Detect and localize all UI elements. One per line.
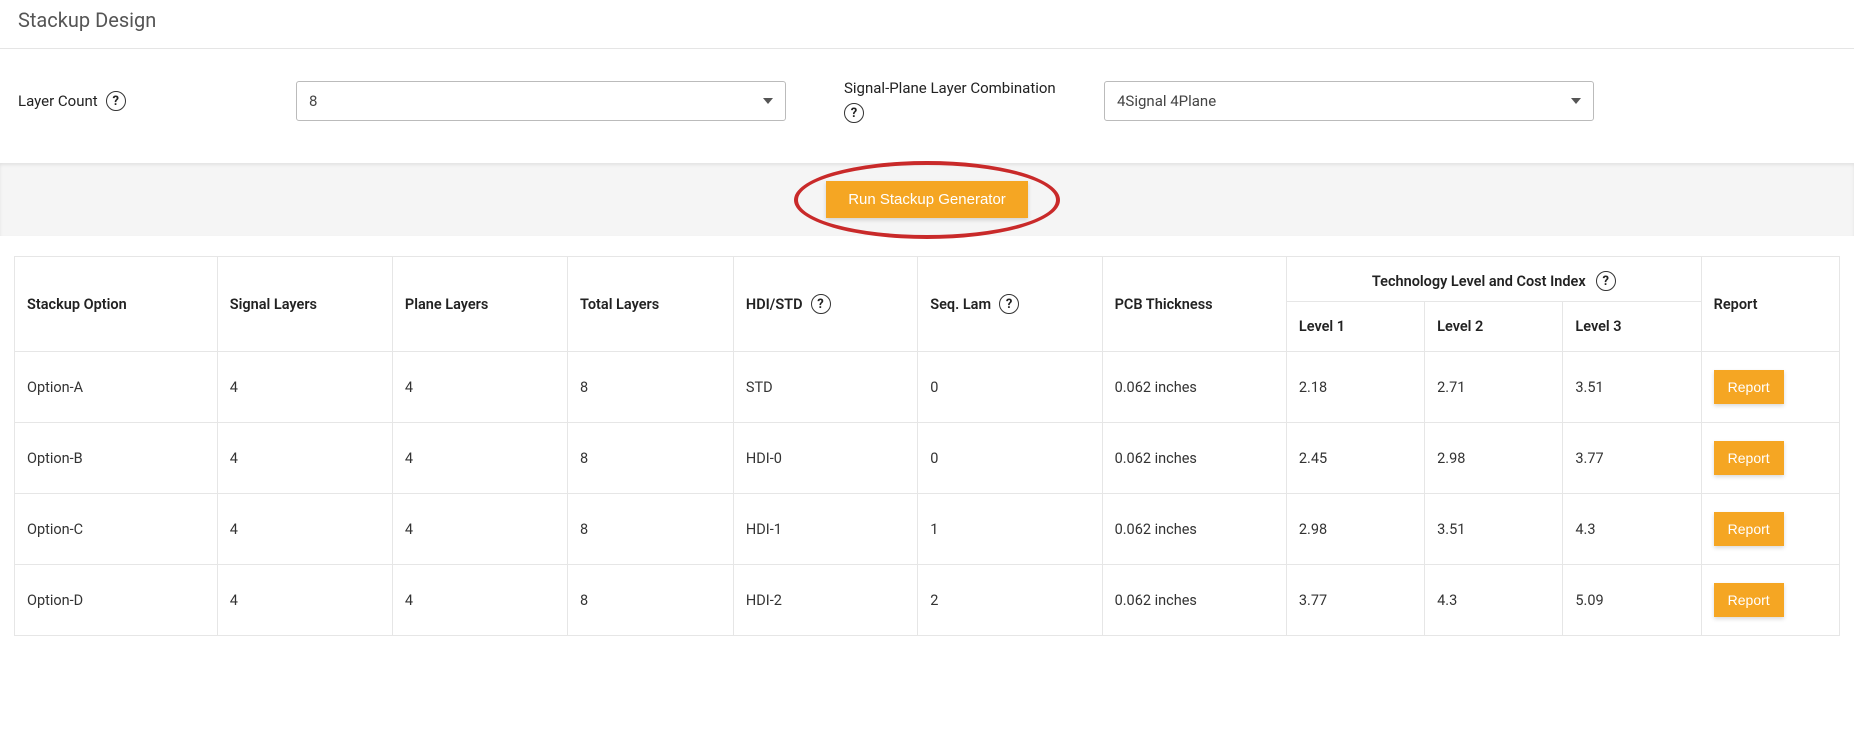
header-seq-lam: Seq. Lam ? bbox=[918, 257, 1102, 352]
cell-total-layers: 8 bbox=[568, 423, 734, 494]
signal-plane-value: 4Signal 4Plane bbox=[1117, 92, 1216, 110]
cell-plane-layers: 4 bbox=[392, 423, 567, 494]
header-report: Report bbox=[1701, 257, 1839, 352]
cell-signal-layers: 4 bbox=[217, 565, 392, 636]
cell-hdi-std: STD bbox=[733, 352, 917, 423]
chevron-down-icon bbox=[1571, 98, 1581, 104]
help-icon[interactable]: ? bbox=[999, 294, 1019, 314]
cell-report: Report bbox=[1701, 423, 1839, 494]
cell-seq-lam: 1 bbox=[918, 494, 1102, 565]
cell-option: Option-D bbox=[15, 565, 218, 636]
cell-level-2: 2.71 bbox=[1425, 352, 1563, 423]
cell-pcb-thickness: 0.062 inches bbox=[1102, 565, 1286, 636]
cell-level-3: 4.3 bbox=[1563, 494, 1701, 565]
report-button[interactable]: Report bbox=[1714, 441, 1784, 475]
chevron-down-icon bbox=[763, 98, 773, 104]
cell-report: Report bbox=[1701, 352, 1839, 423]
layer-count-select[interactable]: 8 bbox=[296, 81, 786, 121]
cell-total-layers: 8 bbox=[568, 352, 734, 423]
cell-pcb-thickness: 0.062 inches bbox=[1102, 423, 1286, 494]
cell-seq-lam: 0 bbox=[918, 352, 1102, 423]
header-total-layers: Total Layers bbox=[568, 257, 734, 352]
cell-level-2: 3.51 bbox=[1425, 494, 1563, 565]
header-tech-level-label: Technology Level and Cost Index bbox=[1372, 273, 1586, 290]
layer-count-label: Layer Count bbox=[18, 92, 98, 110]
cell-report: Report bbox=[1701, 565, 1839, 636]
header-level-2: Level 2 bbox=[1425, 302, 1563, 352]
help-icon[interactable]: ? bbox=[106, 91, 126, 111]
cell-signal-layers: 4 bbox=[217, 494, 392, 565]
cell-hdi-std: HDI-2 bbox=[733, 565, 917, 636]
signal-plane-select[interactable]: 4Signal 4Plane bbox=[1104, 81, 1594, 121]
cell-report: Report bbox=[1701, 494, 1839, 565]
cell-signal-layers: 4 bbox=[217, 423, 392, 494]
cell-option: Option-B bbox=[15, 423, 218, 494]
header-hdi-std: HDI/STD ? bbox=[733, 257, 917, 352]
table-row: Option-B 4 4 8 HDI-0 0 0.062 inches 2.45… bbox=[15, 423, 1840, 494]
table-row: Option-C 4 4 8 HDI-1 1 0.062 inches 2.98… bbox=[15, 494, 1840, 565]
cell-plane-layers: 4 bbox=[392, 565, 567, 636]
cell-option: Option-A bbox=[15, 352, 218, 423]
cell-level-3: 5.09 bbox=[1563, 565, 1701, 636]
signal-plane-label: Signal-Plane Layer Combination bbox=[844, 79, 1056, 97]
cell-plane-layers: 4 bbox=[392, 494, 567, 565]
table-row: Option-D 4 4 8 HDI-2 2 0.062 inches 3.77… bbox=[15, 565, 1840, 636]
cell-option: Option-C bbox=[15, 494, 218, 565]
help-icon[interactable]: ? bbox=[1596, 271, 1616, 291]
header-stackup-option: Stackup Option bbox=[15, 257, 218, 352]
cell-level-2: 4.3 bbox=[1425, 565, 1563, 636]
header-level-3: Level 3 bbox=[1563, 302, 1701, 352]
header-signal-layers: Signal Layers bbox=[217, 257, 392, 352]
cell-level-1: 3.77 bbox=[1286, 565, 1424, 636]
cell-plane-layers: 4 bbox=[392, 352, 567, 423]
results-table-section: Stackup Option Signal Layers Plane Layer… bbox=[0, 236, 1854, 636]
cell-seq-lam: 0 bbox=[918, 423, 1102, 494]
run-stackup-generator-button[interactable]: Run Stackup Generator bbox=[826, 181, 1028, 218]
report-button[interactable]: Report bbox=[1714, 512, 1784, 546]
report-button[interactable]: Report bbox=[1714, 583, 1784, 617]
cell-pcb-thickness: 0.062 inches bbox=[1102, 352, 1286, 423]
header-tech-level-group: Technology Level and Cost Index ? bbox=[1286, 257, 1701, 302]
report-button[interactable]: Report bbox=[1714, 370, 1784, 404]
cell-total-layers: 8 bbox=[568, 494, 734, 565]
page-title: Stackup Design bbox=[0, 0, 1854, 48]
help-icon[interactable]: ? bbox=[844, 103, 864, 123]
cell-hdi-std: HDI-0 bbox=[733, 423, 917, 494]
action-bar: Run Stackup Generator bbox=[0, 163, 1854, 236]
cell-hdi-std: HDI-1 bbox=[733, 494, 917, 565]
header-plane-layers: Plane Layers bbox=[392, 257, 567, 352]
cell-level-2: 2.98 bbox=[1425, 423, 1563, 494]
help-icon[interactable]: ? bbox=[811, 294, 831, 314]
table-row: Option-A 4 4 8 STD 0 0.062 inches 2.18 2… bbox=[15, 352, 1840, 423]
header-seq-lam-label: Seq. Lam bbox=[930, 296, 991, 313]
layer-count-label-group: Layer Count ? bbox=[18, 91, 276, 111]
layer-count-value: 8 bbox=[309, 92, 317, 110]
cell-pcb-thickness: 0.062 inches bbox=[1102, 494, 1286, 565]
cell-total-layers: 8 bbox=[568, 565, 734, 636]
cell-level-1: 2.45 bbox=[1286, 423, 1424, 494]
cell-level-1: 2.18 bbox=[1286, 352, 1424, 423]
form-section: Layer Count ? 8 Signal-Plane Layer Combi… bbox=[0, 49, 1854, 163]
signal-plane-label-group: Signal-Plane Layer Combination ? bbox=[844, 79, 1084, 123]
cell-signal-layers: 4 bbox=[217, 352, 392, 423]
cell-seq-lam: 2 bbox=[918, 565, 1102, 636]
cell-level-3: 3.77 bbox=[1563, 423, 1701, 494]
cell-level-1: 2.98 bbox=[1286, 494, 1424, 565]
cell-level-3: 3.51 bbox=[1563, 352, 1701, 423]
header-pcb-thickness: PCB Thickness bbox=[1102, 257, 1286, 352]
results-table: Stackup Option Signal Layers Plane Layer… bbox=[14, 256, 1840, 636]
header-hdi-std-label: HDI/STD bbox=[746, 296, 803, 313]
header-level-1: Level 1 bbox=[1286, 302, 1424, 352]
